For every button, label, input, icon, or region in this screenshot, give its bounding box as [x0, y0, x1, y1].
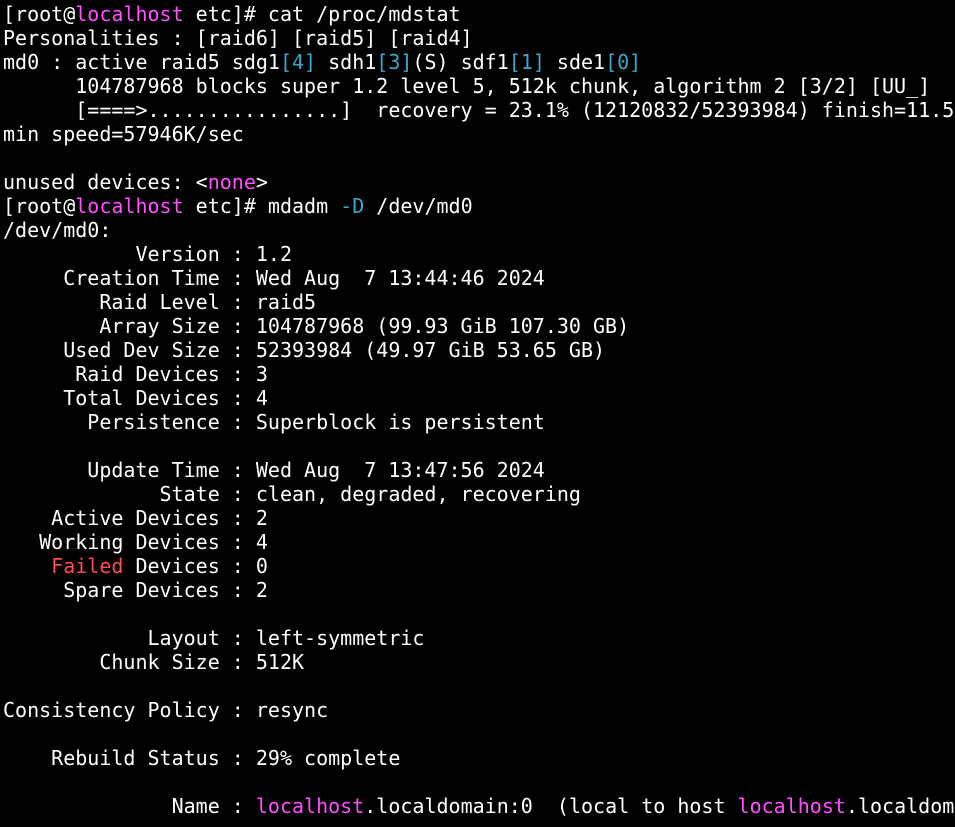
terminal-line: Personalities : [raid6] [raid5] [raid4]	[3, 26, 955, 50]
terminal-text-plain: Chunk Size : 512K	[3, 650, 305, 674]
terminal-line: Spare Devices : 2	[3, 578, 955, 602]
terminal-text-plain: Working Devices : 4	[3, 530, 268, 554]
terminal-line: md0 : active raid5 sdg1[4] sdh1[3](S) sd…	[3, 50, 955, 74]
terminal-text-plain: unused devices: <	[3, 170, 208, 194]
terminal-text-plain: Active Devices : 2	[3, 506, 268, 530]
terminal-text-plain: 104787968 blocks super 1.2 level 5, 512k…	[3, 74, 931, 98]
terminal-text-idx: [1]	[508, 50, 545, 74]
terminal-line: Working Devices : 4	[3, 530, 955, 554]
terminal-text-plain: Devices : 0	[123, 554, 268, 578]
terminal-text-plain: Raid Devices : 3	[3, 362, 268, 386]
terminal-text-plain: /dev/md0	[364, 194, 473, 218]
terminal-text-plain: .localdomain:0 (local to host	[364, 794, 738, 818]
terminal-text-host: localhost	[255, 794, 365, 818]
terminal-text-host: localhost	[737, 794, 846, 818]
terminal-line: Chunk Size : 512K	[3, 650, 955, 674]
terminal-text-plain: Creation Time : Wed Aug 7 13:44:46 2024	[3, 266, 545, 290]
terminal-text-opt: -D	[340, 194, 365, 218]
terminal-text-plain: Layout : left-symmetric	[3, 626, 425, 650]
terminal-text-host: localhost	[75, 194, 184, 218]
terminal-text-plain: sde1	[544, 50, 606, 74]
terminal-text-plain: Rebuild Status : 29% complete	[3, 746, 401, 770]
terminal-line: Version : 1.2	[3, 242, 955, 266]
terminal-line: 104787968 blocks super 1.2 level 5, 512k…	[3, 74, 955, 98]
terminal-text-plain: State : clean, degraded, recovering	[3, 482, 581, 506]
terminal-text-plain: etc]# mdadm	[183, 194, 341, 218]
terminal-text-host: localhost	[75, 2, 184, 26]
terminal-line: Raid Devices : 3	[3, 362, 955, 386]
terminal-line: Persistence : Superblock is persistent	[3, 410, 955, 434]
terminal-line: min speed=57946K/sec	[3, 122, 955, 146]
terminal-text-plain: Consistency Policy : resync	[3, 698, 329, 722]
terminal-text-idx: [0]	[605, 50, 642, 74]
terminal-text-plain: Version : 1.2	[3, 242, 292, 266]
terminal-text-plain: Spare Devices : 2	[3, 578, 268, 602]
terminal-window[interactable]: [root@localhost etc]# cat /proc/mdstat Pe…	[0, 0, 955, 827]
terminal-text-plain: Array Size : 104787968 (99.93 GiB 107.30…	[3, 314, 630, 338]
terminal-line: Raid Level : raid5	[3, 290, 955, 314]
terminal-line: [root@localhost etc]# cat /proc/mdstat	[3, 2, 955, 26]
terminal-line: Update Time : Wed Aug 7 13:47:56 2024	[3, 458, 955, 482]
terminal-text-plain: md0 : active raid5 sdg1	[3, 50, 280, 74]
terminal-line: Active Devices : 2	[3, 506, 955, 530]
terminal-text-plain: Personalities : [raid6] [raid5] [raid4]	[3, 26, 473, 50]
terminal-line: Consistency Policy : resync	[3, 698, 955, 722]
terminal-text-plain: /dev/md0:	[3, 218, 112, 242]
terminal-text-plain: (S) sdf1	[412, 50, 509, 74]
terminal-text-plain: [root@	[3, 194, 76, 218]
terminal-line: [root@localhost etc]# mdadm -D /dev/md0	[3, 194, 955, 218]
terminal-text-plain: Used Dev Size : 52393984 (49.97 GiB 53.6…	[3, 338, 606, 362]
terminal-text-plain: >	[255, 170, 268, 194]
terminal-text-plain: Total Devices : 4	[3, 386, 268, 410]
terminal-text-plain: Persistence : Superblock is persistent	[3, 410, 545, 434]
terminal-line: Used Dev Size : 52393984 (49.97 GiB 53.6…	[3, 338, 955, 362]
terminal-line: unused devices: <none>	[3, 170, 955, 194]
terminal-line: Array Size : 104787968 (99.93 GiB 107.30…	[3, 314, 955, 338]
terminal-text-plain: .localdom	[845, 794, 955, 818]
terminal-text-fail: Failed	[51, 554, 124, 578]
terminal-line: /dev/md0:	[3, 218, 955, 242]
terminal-line: Creation Time : Wed Aug 7 13:44:46 2024	[3, 266, 955, 290]
terminal-line: Name : localhost.localdomain:0 (local to…	[3, 794, 955, 818]
terminal-text-plain: [root@	[3, 2, 76, 26]
terminal-text-none: none	[207, 170, 256, 194]
terminal-text-idx: [4]	[279, 50, 317, 74]
terminal-line: Total Devices : 4	[3, 386, 955, 410]
terminal-text-plain: Name :	[3, 794, 256, 818]
terminal-line: State : clean, degraded, recovering	[3, 482, 955, 506]
terminal-text-idx: [3]	[376, 50, 413, 74]
terminal-text-plain: sdh1	[316, 50, 377, 74]
terminal-line: [====>................] recovery = 23.1%…	[3, 98, 955, 122]
terminal-text-plain: Update Time : Wed Aug 7 13:47:56 2024	[3, 458, 545, 482]
terminal-text-plain: etc]# cat /proc/mdstat	[183, 2, 461, 26]
terminal-text-plain: Raid Level : raid5	[3, 290, 317, 314]
terminal-line: Failed Devices : 0	[3, 554, 955, 578]
terminal-line: Layout : left-symmetric	[3, 626, 955, 650]
terminal-line: Rebuild Status : 29% complete	[3, 746, 955, 770]
terminal-text-plain: [====>................] recovery = 23.1%…	[3, 98, 955, 122]
terminal-text-plain	[3, 554, 51, 578]
terminal-text-plain: min speed=57946K/sec	[3, 122, 244, 146]
